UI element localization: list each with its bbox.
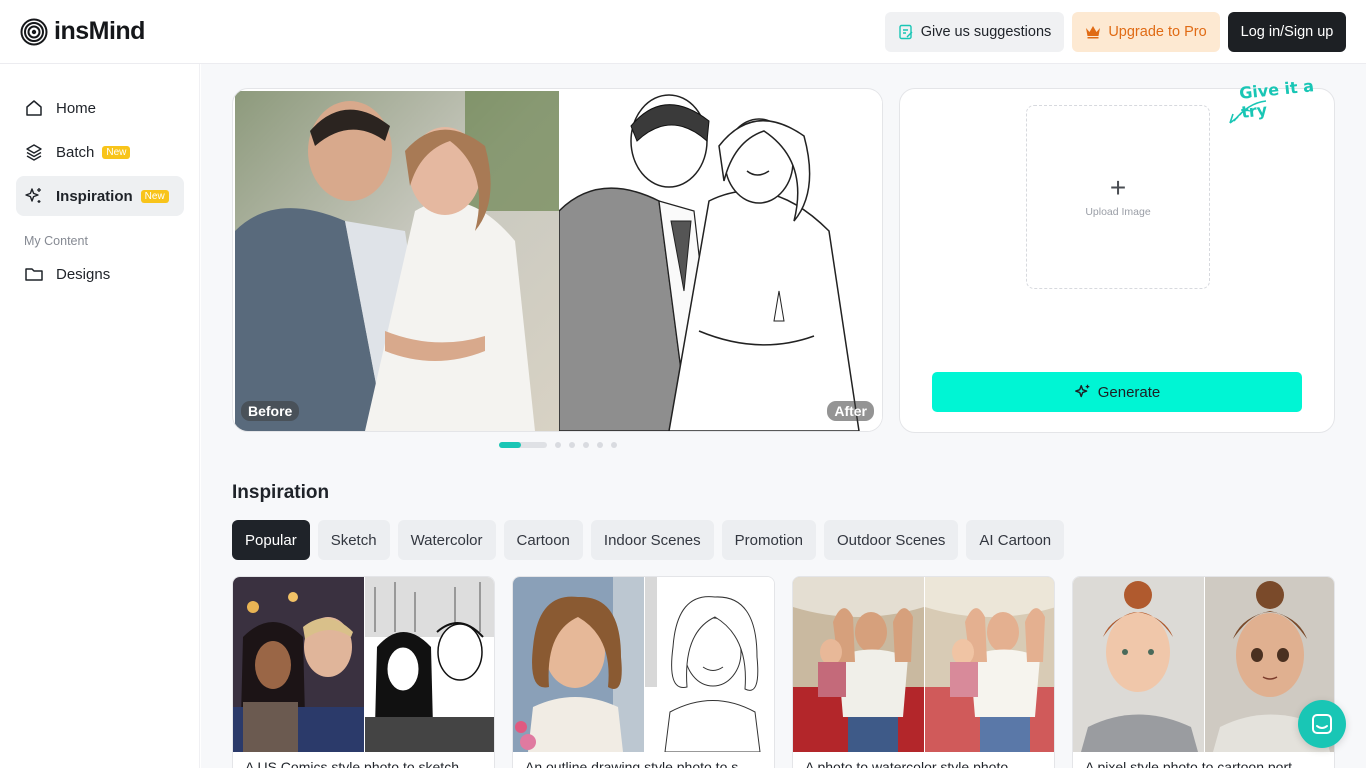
card-after-image	[365, 577, 494, 752]
my-content-heading: My Content	[24, 234, 88, 248]
upgrade-button[interactable]: Upgrade to Pro	[1072, 12, 1220, 52]
before-photo	[235, 91, 559, 431]
upload-panel: Give it a try + Upload Image Generate	[899, 76, 1335, 433]
sidebar-item-inspiration[interactable]: Inspiration New	[16, 176, 184, 216]
tab-watercolor[interactable]: Watercolor	[397, 520, 496, 560]
card-caption: A US Comics style photo to sketch	[245, 759, 459, 768]
chat-icon	[1312, 714, 1332, 734]
sparkle-icon	[1074, 384, 1090, 398]
sidebar-item-designs[interactable]: Designs	[16, 254, 184, 294]
sidebar-item-label: Home	[56, 99, 97, 117]
top-header: insMind Give us suggestions Upgrade to P…	[0, 0, 1366, 64]
inspiration-heading: Inspiration	[232, 482, 330, 503]
after-sketch	[559, 91, 882, 431]
before-tag: Before	[241, 401, 300, 421]
inspiration-cards: A US Comics style photo to sketch An out…	[232, 576, 1335, 768]
chat-support-button[interactable]	[1298, 700, 1346, 748]
upgrade-label: Upgrade to Pro	[1108, 24, 1207, 40]
generate-label: Generate	[1097, 383, 1161, 401]
carousel-indicator	[499, 442, 617, 448]
card-before-image	[1073, 577, 1204, 752]
tab-sketch[interactable]: Sketch	[317, 520, 390, 560]
card-before-image	[233, 577, 364, 752]
before-after-preview: Before After	[232, 88, 883, 432]
app-name: insMind	[54, 17, 145, 45]
sidebar-item-batch[interactable]: Batch New	[16, 132, 184, 172]
card-caption: A pixel style photo to cartoon port	[1085, 759, 1293, 768]
suggestions-label: Give us suggestions	[920, 24, 1052, 40]
feedback-icon	[899, 24, 913, 40]
curved-arrow-icon	[1229, 100, 1267, 124]
sidebar-item-home[interactable]: Home	[16, 88, 184, 128]
tab-outdoor-scenes[interactable]: Outdoor Scenes	[824, 520, 959, 560]
plus-icon: +	[1109, 172, 1127, 203]
card-before-image	[793, 577, 924, 752]
sparkle-icon	[25, 188, 41, 203]
carousel-dot[interactable]	[611, 442, 617, 448]
sidebar-item-label: Designs	[56, 265, 111, 283]
card-after-image	[645, 577, 774, 752]
carousel-dot[interactable]	[569, 442, 575, 448]
layers-icon	[26, 144, 42, 161]
home-icon	[26, 100, 42, 116]
after-tag: After	[827, 401, 874, 421]
card-after-image	[925, 577, 1054, 752]
login-label: Log in/Sign up	[1240, 24, 1334, 40]
new-badge: New	[102, 145, 131, 159]
tab-cartoon[interactable]: Cartoon	[503, 520, 583, 560]
tab-promotion[interactable]: Promotion	[721, 520, 817, 560]
inspiration-card[interactable]: A US Comics style photo to sketch	[232, 576, 495, 768]
card-caption: A photo to watercolor style photo	[805, 759, 1009, 768]
main-content: Before After Give it a try + Upload Imag…	[201, 64, 1366, 768]
inspiration-card[interactable]: A photo to watercolor style photo	[792, 576, 1055, 768]
suggestions-button[interactable]: Give us suggestions	[885, 12, 1064, 52]
card-before-image	[513, 577, 644, 752]
login-button[interactable]: Log in/Sign up	[1228, 12, 1346, 52]
card-caption: An outline drawing style photo to s	[525, 759, 739, 768]
sidebar-item-label: Inspiration	[56, 187, 133, 205]
new-badge: New	[140, 189, 169, 203]
sidebar-item-label: Batch	[56, 143, 95, 161]
logo-icon	[20, 18, 48, 45]
tab-popular[interactable]: Popular	[232, 520, 310, 560]
sidebar: Home Batch New Inspiration New My Conten…	[0, 64, 200, 768]
inspiration-card[interactable]: A pixel style photo to cartoon port	[1072, 576, 1335, 768]
inspiration-card[interactable]: An outline drawing style photo to s	[512, 576, 775, 768]
upload-image-dropzone[interactable]: + Upload Image	[1026, 105, 1210, 289]
carousel-dot[interactable]	[555, 442, 561, 448]
carousel-dot[interactable]	[597, 442, 603, 448]
crown-icon	[1086, 26, 1101, 39]
carousel-dot[interactable]	[583, 442, 589, 448]
tab-indoor-scenes[interactable]: Indoor Scenes	[590, 520, 714, 560]
generate-button[interactable]: Generate	[932, 372, 1302, 412]
app-logo[interactable]: insMind	[20, 17, 145, 46]
carousel-dot-active[interactable]	[499, 442, 547, 448]
tab-ai-cartoon[interactable]: AI Cartoon	[966, 520, 1065, 560]
category-tabs: Popular Sketch Watercolor Cartoon Indoor…	[232, 520, 1065, 560]
upload-prompt: Upload Image	[1085, 206, 1151, 218]
folder-icon	[25, 268, 43, 281]
